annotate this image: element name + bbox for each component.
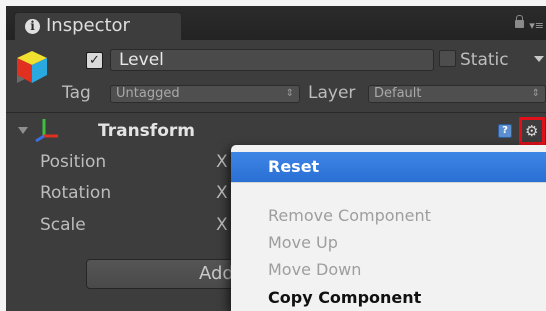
gear-icon: ⚙ bbox=[525, 122, 539, 140]
divider bbox=[6, 112, 546, 113]
tab-inspector[interactable]: i Inspector bbox=[14, 12, 182, 40]
component-title: Transform bbox=[98, 121, 195, 141]
object-name-field[interactable]: Level bbox=[110, 49, 434, 71]
menu-item-move-down[interactable]: Move Down bbox=[231, 257, 546, 283]
property-label-position: Position bbox=[40, 152, 107, 172]
static-checkbox[interactable] bbox=[439, 50, 456, 67]
tag-value: Untagged bbox=[116, 86, 180, 101]
context-menu: Reset Remove Component Move Up Move Down… bbox=[231, 145, 546, 311]
tag-label: Tag bbox=[62, 83, 91, 103]
menu-separator bbox=[231, 182, 546, 183]
property-label-rotation: Rotation bbox=[40, 183, 112, 203]
static-label: Static bbox=[460, 50, 509, 70]
lock-icon[interactable] bbox=[515, 15, 524, 28]
layer-dropdown[interactable]: Default ⇕ bbox=[368, 85, 546, 103]
static-dropdown-arrow[interactable] bbox=[534, 56, 544, 62]
menu-item-remove-component[interactable]: Remove Component bbox=[231, 203, 546, 229]
dropdown-arrow-icon: ⇕ bbox=[531, 88, 540, 99]
gameobject-cube-icon bbox=[17, 51, 47, 83]
help-book-icon[interactable]: ? bbox=[498, 124, 512, 138]
tab-bar: i Inspector ▾≡ bbox=[6, 6, 546, 40]
axis-label-x: X bbox=[216, 215, 228, 235]
tag-dropdown[interactable]: Untagged ⇕ bbox=[110, 85, 300, 103]
settings-gear-button[interactable]: ⚙ bbox=[519, 117, 545, 145]
axis-label-x: X bbox=[216, 183, 228, 203]
property-label-scale: Scale bbox=[40, 215, 86, 235]
menu-item-move-up[interactable]: Move Up bbox=[231, 230, 546, 256]
panel-menu-icon[interactable]: ▾≡ bbox=[529, 19, 544, 32]
menu-item-copy-component[interactable]: Copy Component bbox=[231, 285, 546, 311]
layer-value: Default bbox=[374, 86, 422, 101]
layer-label: Layer bbox=[308, 83, 356, 103]
active-checkbox[interactable]: ✓ bbox=[86, 52, 103, 69]
tab-label: Inspector bbox=[46, 15, 130, 36]
transform-axes-icon bbox=[35, 119, 58, 142]
menu-item-reset[interactable]: Reset bbox=[231, 152, 546, 182]
dropdown-arrow-icon: ⇕ bbox=[285, 88, 294, 99]
foldout-arrow-icon[interactable] bbox=[18, 127, 28, 134]
axis-label-x: X bbox=[216, 152, 228, 172]
add-component-label: Add bbox=[199, 263, 234, 284]
info-icon: i bbox=[25, 19, 40, 34]
